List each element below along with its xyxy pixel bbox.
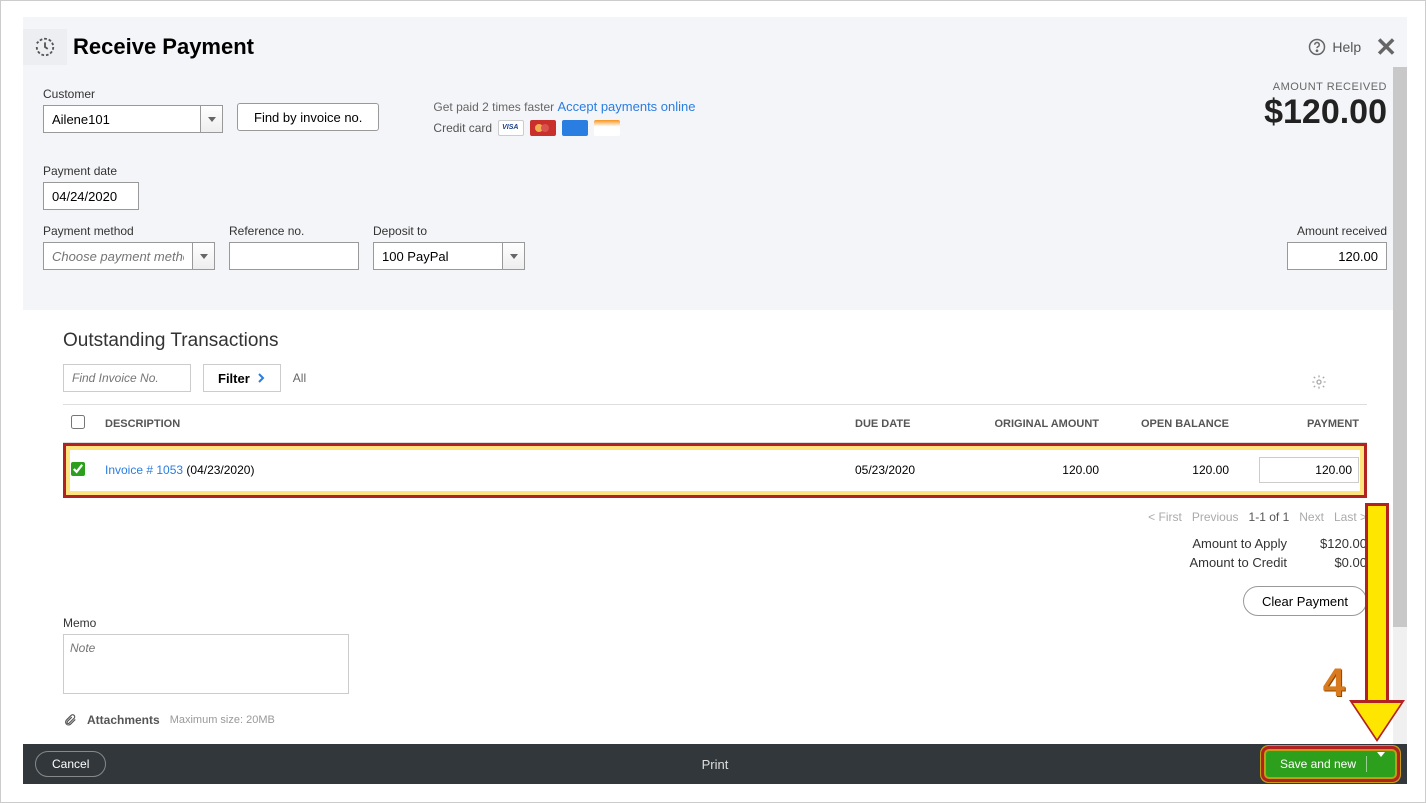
table-row: Invoice # 1053 (04/23/2020) 05/23/2020 1…	[63, 443, 1367, 498]
history-icon[interactable]	[23, 29, 67, 65]
payment-method-input[interactable]	[43, 242, 193, 270]
clear-payment-button[interactable]: Clear Payment	[1243, 586, 1367, 616]
credit-card-label: Credit card	[433, 121, 492, 135]
customer-field: Customer	[43, 87, 223, 133]
mastercard-icon	[530, 120, 556, 136]
reference-label: Reference no.	[229, 224, 359, 238]
gear-icon[interactable]	[1311, 374, 1327, 395]
help-label: Help	[1332, 39, 1361, 55]
select-all-checkbox[interactable]	[71, 415, 85, 429]
filter-all-label: All	[293, 371, 306, 385]
save-dropdown-icon[interactable]	[1377, 757, 1385, 771]
attachments-row[interactable]: Attachments Maximum size: 20MB	[63, 713, 1367, 727]
amount-received-value: $120.00	[1264, 93, 1387, 132]
col-description: DESCRIPTION	[97, 405, 847, 443]
memo-label: Memo	[63, 616, 1367, 630]
header: Receive Payment Help ✕	[23, 17, 1407, 77]
credit-card-row: Credit card VISA	[433, 120, 695, 136]
scroll-thumb[interactable]	[1393, 67, 1407, 627]
amount-received-display: AMOUNT RECEIVED $120.00	[1264, 81, 1387, 132]
row-description: Invoice # 1053 (04/23/2020)	[97, 443, 847, 498]
col-due-date: DUE DATE	[847, 405, 957, 443]
transactions-table: DESCRIPTION DUE DATE ORIGINAL AMOUNT OPE…	[63, 404, 1367, 498]
col-original-amount: ORIGINAL AMOUNT	[957, 405, 1107, 443]
outstanding-title: Outstanding Transactions	[63, 330, 1367, 352]
row-payment-input[interactable]	[1259, 457, 1359, 483]
customer-input[interactable]	[43, 105, 201, 133]
outstanding-transactions-section: Outstanding Transactions Filter All DESC…	[23, 310, 1407, 746]
invoice-link[interactable]: Invoice # 1053	[105, 463, 183, 477]
save-and-new-button[interactable]: Save and new	[1266, 751, 1395, 777]
cancel-button[interactable]: Cancel	[35, 751, 106, 777]
row-original-amount: 120.00	[957, 443, 1107, 498]
row-due-date: 05/23/2020	[847, 443, 957, 498]
reference-input[interactable]	[229, 242, 359, 270]
customer-dropdown-icon[interactable]	[201, 105, 223, 133]
customer-label: Customer	[43, 87, 223, 101]
amount-to-credit-value: $0.00	[1287, 555, 1367, 570]
row-open-balance: 120.00	[1107, 443, 1237, 498]
amount-received-field-label: Amount received	[1287, 224, 1387, 238]
accept-payments-link[interactable]: Accept payments online	[557, 99, 695, 114]
deposit-to-dropdown-icon[interactable]	[503, 242, 525, 270]
col-open-balance: OPEN BALANCE	[1107, 405, 1237, 443]
memo-textarea[interactable]	[63, 634, 349, 694]
payment-method-dropdown-icon[interactable]	[193, 242, 215, 270]
footer: Cancel Print Save and new	[23, 744, 1407, 784]
amount-received-label: AMOUNT RECEIVED	[1264, 81, 1387, 93]
close-icon[interactable]: ✕	[1375, 32, 1397, 63]
amount-received-input[interactable]	[1287, 242, 1387, 270]
visa-icon: VISA	[498, 120, 524, 136]
deposit-to-input[interactable]	[373, 242, 503, 270]
col-payment: PAYMENT	[1237, 405, 1367, 443]
payment-date-label: Payment date	[43, 164, 1387, 178]
payment-date-input[interactable]	[43, 182, 139, 210]
attachments-size: Maximum size: 20MB	[170, 714, 275, 726]
print-link[interactable]: Print	[702, 757, 729, 772]
filter-button[interactable]: Filter	[203, 364, 281, 392]
amex-icon	[562, 120, 588, 136]
find-invoice-input[interactable]	[63, 364, 191, 392]
scrollbar[interactable]	[1393, 67, 1407, 746]
memo-section: Memo	[63, 616, 1367, 699]
deposit-to-label: Deposit to	[373, 224, 525, 238]
find-invoice-button[interactable]: Find by invoice no.	[237, 103, 379, 131]
pager-range: 1-1 of 1	[1249, 510, 1290, 524]
amount-to-apply-label: Amount to Apply	[1147, 536, 1287, 551]
promo-text: Get paid 2 times faster Accept payments …	[433, 99, 695, 114]
pager-last[interactable]: Last >	[1334, 510, 1367, 524]
totals: Amount to Apply$120.00 Amount to Credit$…	[63, 536, 1367, 570]
paperclip-icon	[63, 713, 77, 727]
pager: < First Previous 1-1 of 1 Next Last >	[63, 498, 1367, 536]
payment-method-label: Payment method	[43, 224, 215, 238]
amount-to-credit-label: Amount to Credit	[1147, 555, 1287, 570]
pager-next[interactable]: Next	[1299, 510, 1324, 524]
attachments-label: Attachments	[87, 713, 160, 727]
pager-previous[interactable]: Previous	[1192, 510, 1239, 524]
row-checkbox[interactable]	[71, 462, 85, 476]
help-button[interactable]: Help	[1308, 38, 1361, 56]
page-title: Receive Payment	[73, 34, 254, 60]
amount-to-apply-value: $120.00	[1287, 536, 1367, 551]
pager-first[interactable]: < First	[1148, 510, 1182, 524]
discover-icon	[594, 120, 620, 136]
